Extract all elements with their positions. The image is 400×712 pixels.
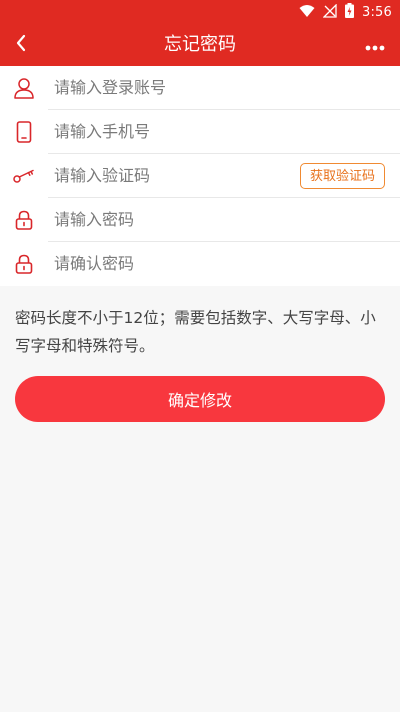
phone-input[interactable] — [48, 110, 290, 153]
clock-time: 3:56 — [362, 4, 392, 20]
more-dots-icon — [365, 36, 385, 55]
account-input[interactable] — [48, 66, 290, 109]
page-title: 忘记密码 — [164, 34, 236, 55]
account-row — [0, 66, 400, 110]
lock-icon — [12, 252, 36, 276]
status-icons: 3:56 — [299, 2, 392, 22]
confirm-password-input[interactable] — [48, 242, 290, 285]
phone-icon — [12, 120, 36, 144]
chevron-left-icon — [15, 34, 27, 56]
lock-icon — [12, 208, 36, 232]
code-input[interactable] — [48, 154, 290, 197]
key-icon — [12, 164, 36, 188]
confirm-change-button[interactable]: 确定修改 — [15, 376, 385, 422]
code-row: 获取验证码 — [0, 154, 400, 198]
more-button[interactable] — [358, 30, 392, 60]
no-signal-icon — [322, 2, 337, 22]
password-input[interactable] — [48, 198, 290, 241]
app-bar: 忘记密码 — [0, 24, 400, 66]
password-row — [0, 198, 400, 242]
battery-charging-icon — [345, 2, 354, 22]
phone-row — [0, 110, 400, 154]
reset-password-form: 获取验证码 — [0, 66, 400, 286]
back-button[interactable] — [6, 30, 36, 60]
confirm-password-row — [0, 242, 400, 286]
user-icon — [12, 76, 36, 100]
get-code-button[interactable]: 获取验证码 — [299, 163, 385, 189]
wifi-icon — [299, 3, 315, 22]
password-rule-hint: 密码长度不小于12位；需要包括数字、大写字母、小写字母和特殊符号。 — [15, 309, 376, 355]
status-bar: 3:56 — [0, 0, 400, 24]
